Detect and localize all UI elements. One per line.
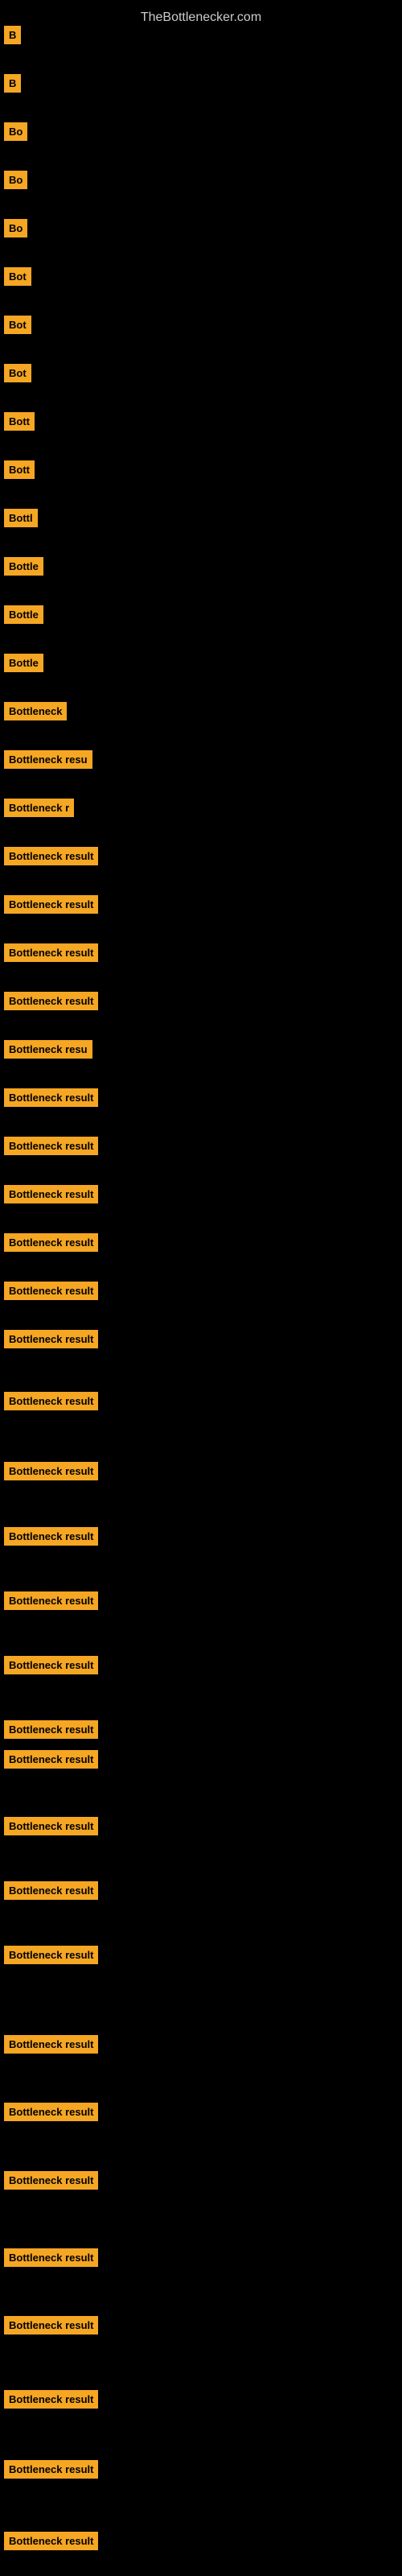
bottleneck-label: Bottleneck result [4,1330,98,1348]
bottleneck-item: Bottleneck resu [4,1042,92,1057]
bottleneck-item: Bottleneck result [4,2462,98,2477]
bottleneck-item: Bottleneck result [4,1752,98,1767]
bottleneck-label: Bottl [4,509,38,527]
bottleneck-item: Bottleneck result [4,1464,98,1479]
bottleneck-label: Bott [4,460,35,479]
bottleneck-item: Bot [4,318,31,332]
bottleneck-item: Bottleneck result [4,849,98,864]
bottleneck-label: Bottleneck result [4,1946,98,1964]
bottleneck-item: Bo [4,173,27,188]
bottleneck-label: Bottleneck result [4,2316,98,2334]
bottleneck-item: Bottleneck result [4,2105,98,2120]
bottleneck-item: Bottle [4,656,43,671]
bottleneck-label: B [4,74,21,93]
bottleneck-label: Bottleneck result [4,2035,98,2054]
bottleneck-item: Bottleneck result [4,946,98,960]
bottleneck-item: Bottleneck result [4,2174,98,2188]
bottleneck-item: Bo [4,125,27,139]
bottleneck-label: Bottleneck result [4,1088,98,1107]
bottleneck-item: Bottleneck result [4,994,98,1009]
bottleneck-label: Bottleneck resu [4,750,92,769]
bottleneck-label: Bottleneck [4,702,67,720]
bottleneck-label: Bottleneck result [4,1591,98,1610]
bottleneck-item: B [4,76,21,91]
bottleneck-label: Bottleneck result [4,2248,98,2267]
bottleneck-item: Bottleneck result [4,2392,98,2407]
bottleneck-item: Bottleneck result [4,898,98,912]
bottleneck-label: Bottleneck result [4,1392,98,1410]
bottleneck-label: Bottleneck resu [4,1040,92,1059]
bottleneck-item: Bottleneck result [4,1332,98,1347]
bottleneck-label: Bo [4,219,27,237]
bottleneck-item: Bottle [4,608,43,622]
bottleneck-item: Bottleneck result [4,2037,98,2052]
bottleneck-item: Bottl [4,511,38,526]
bottleneck-item: Bottleneck resu [4,753,92,767]
bottleneck-item: Bottleneck result [4,1723,98,1737]
bottleneck-item: Bottleneck result [4,1530,98,1544]
bottleneck-item: Bottleneck result [4,2318,98,2333]
bottleneck-item: Bottleneck result [4,1658,98,1673]
bottleneck-label: Bottleneck result [4,992,98,1010]
bottleneck-label: Bot [4,364,31,382]
bottleneck-label: Bottleneck result [4,1185,98,1203]
bottleneck-item: Bott [4,415,35,429]
bottleneck-label: Bottleneck result [4,943,98,962]
bottleneck-item: Bottleneck result [4,1594,98,1608]
bottleneck-label: Bottle [4,605,43,624]
bottleneck-label: Bottleneck result [4,1282,98,1300]
bottleneck-label: Bottleneck result [4,2103,98,2121]
bottleneck-label: Bottleneck result [4,1137,98,1155]
bottleneck-item: B [4,28,21,43]
bottleneck-label: Bottleneck result [4,2460,98,2479]
bottleneck-label: B [4,26,21,44]
bottleneck-item: Bottleneck result [4,1884,98,1898]
bottleneck-label: Bottleneck result [4,1817,98,1835]
bottleneck-label: Bottleneck result [4,1656,98,1674]
bottleneck-label: Bottleneck result [4,847,98,865]
bottleneck-label: Bottleneck r [4,799,74,817]
bottleneck-item: Bottleneck result [4,1187,98,1202]
bottleneck-item: Bottle [4,559,43,574]
bottleneck-label: Bott [4,412,35,431]
bottleneck-label: Bottle [4,557,43,576]
bottleneck-label: Bot [4,316,31,334]
bottleneck-label: Bottleneck result [4,1233,98,1252]
bottleneck-item: Bottleneck result [4,2534,98,2549]
bottleneck-label: Bo [4,171,27,189]
bottleneck-label: Bottleneck result [4,2532,98,2550]
bottleneck-label: Bottleneck result [4,2171,98,2190]
bottleneck-item: Bottleneck result [4,1948,98,1963]
bottleneck-label: Bottleneck result [4,2390,98,2409]
bottleneck-item: Bott [4,463,35,477]
bottleneck-item: Bot [4,270,31,284]
bottleneck-label: Bottleneck result [4,895,98,914]
bottleneck-item: Bot [4,366,31,381]
bottleneck-label: Bottleneck result [4,1527,98,1546]
bottleneck-item: Bottleneck result [4,2251,98,2265]
bottleneck-item: Bottleneck r [4,801,74,815]
bottleneck-label: Bottleneck result [4,1462,98,1480]
bottleneck-item: Bo [4,221,27,236]
bottleneck-item: Bottleneck [4,704,67,719]
bottleneck-item: Bottleneck result [4,1236,98,1250]
bottleneck-label: Bottleneck result [4,1720,98,1739]
bottleneck-label: Bottleneck result [4,1750,98,1769]
bottleneck-item: Bottleneck result [4,1091,98,1105]
site-title: TheBottlenecker.com [0,4,402,31]
bottleneck-label: Bottle [4,654,43,672]
bottleneck-item: Bottleneck result [4,1284,98,1298]
bottleneck-label: Bot [4,267,31,286]
bottleneck-label: Bo [4,122,27,141]
bottleneck-item: Bottleneck result [4,1139,98,1154]
bottleneck-item: Bottleneck result [4,1819,98,1834]
bottleneck-item: Bottleneck result [4,1394,98,1409]
bottleneck-label: Bottleneck result [4,1881,98,1900]
